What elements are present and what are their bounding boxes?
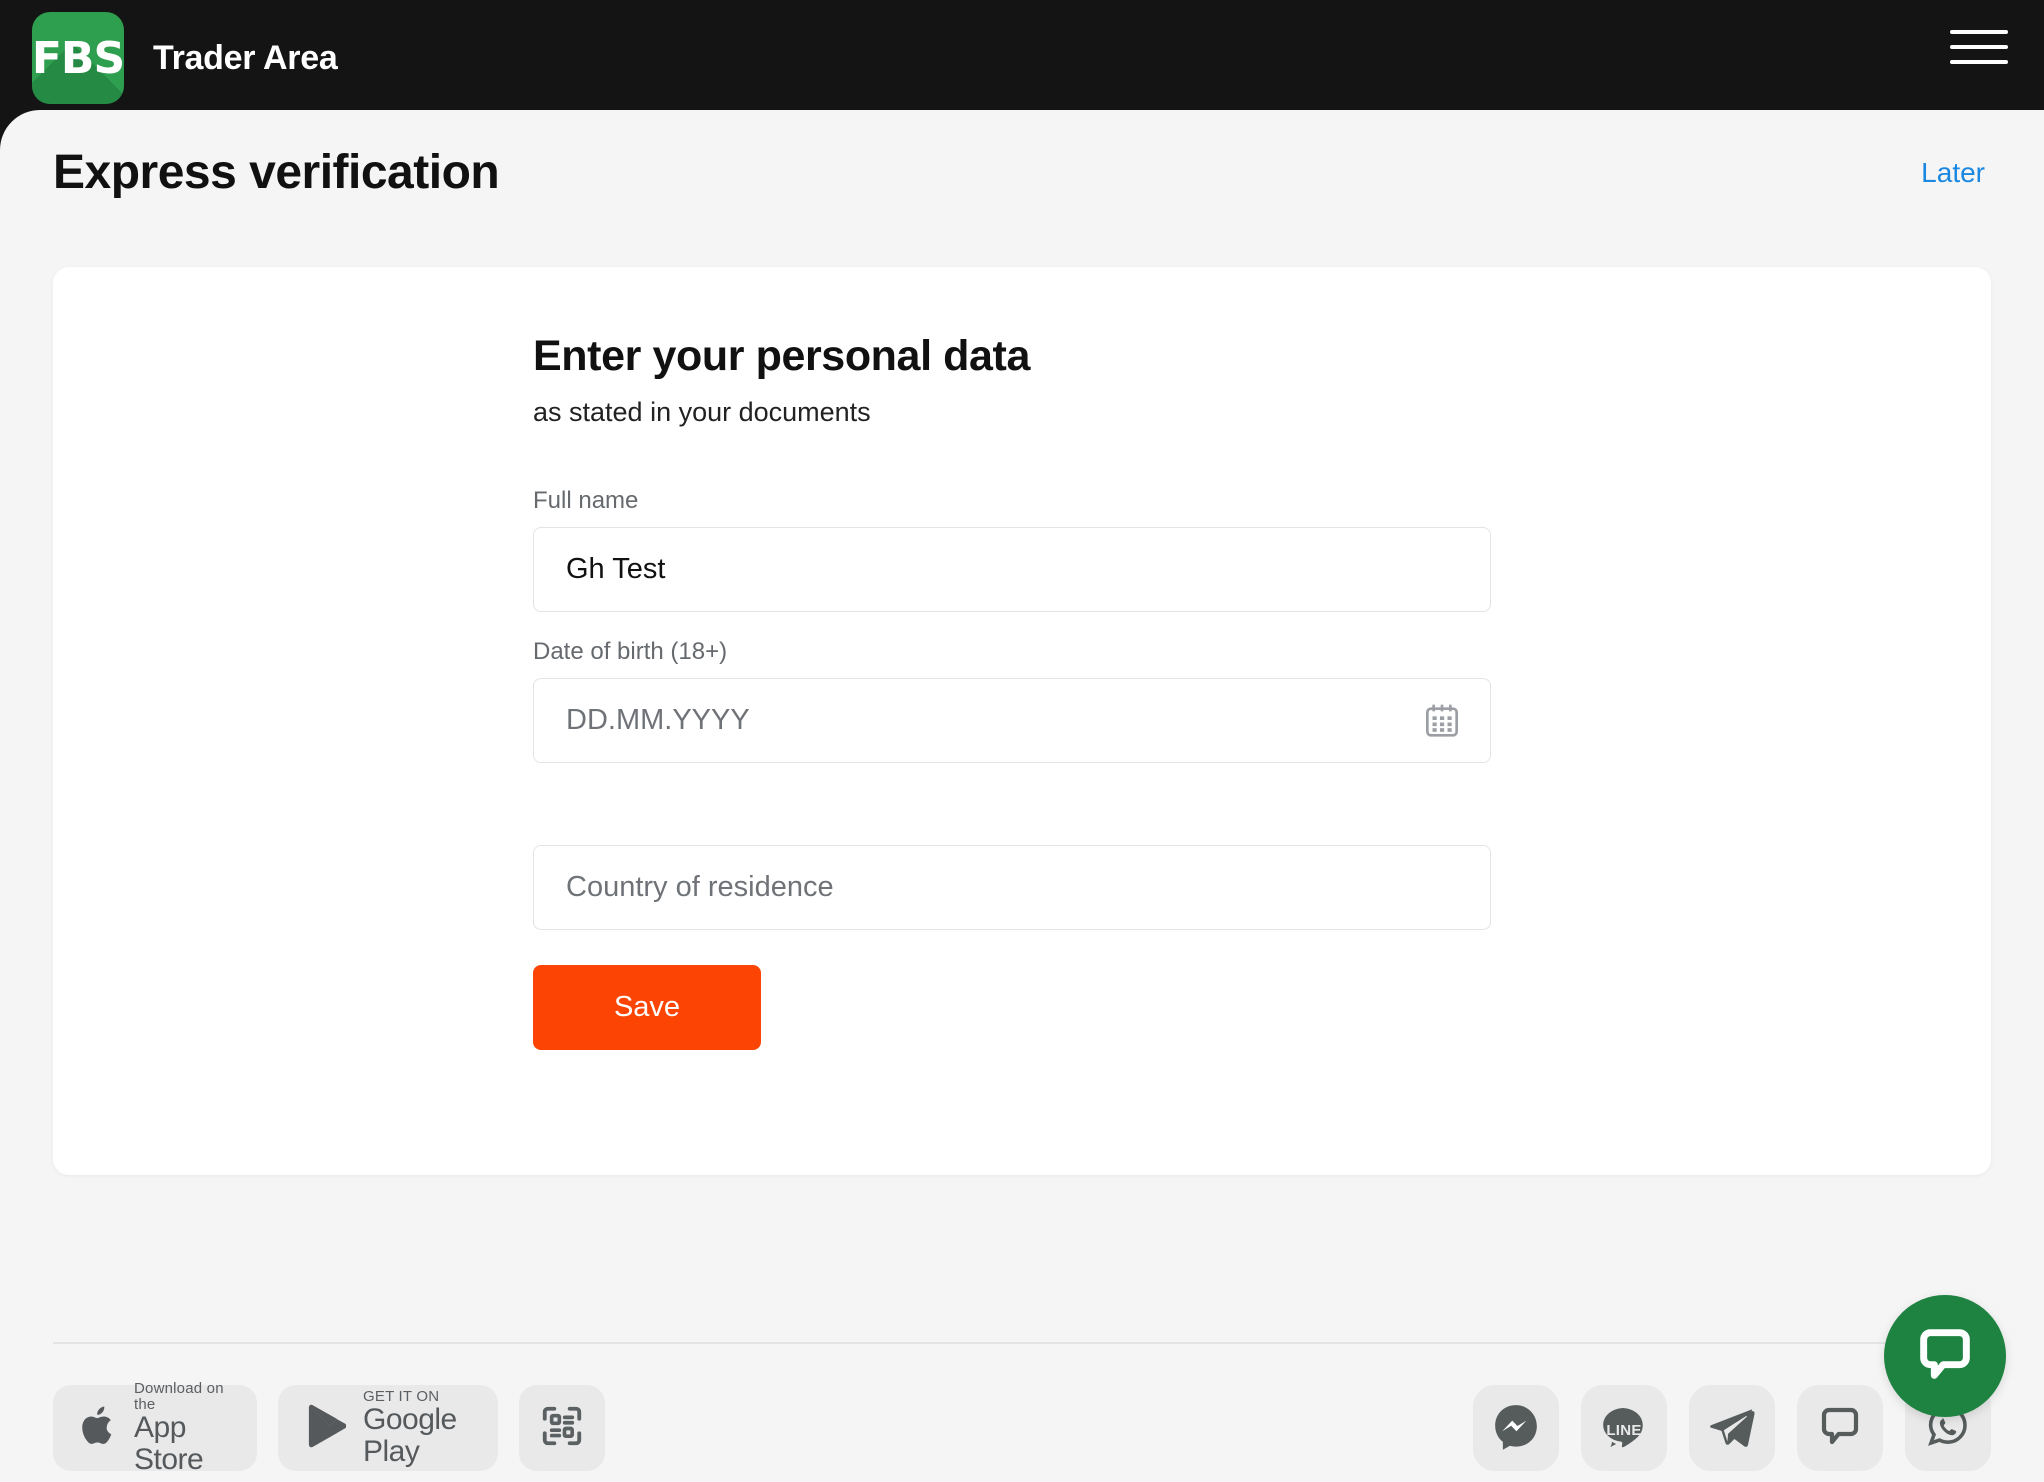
calendar-icon[interactable] (1421, 701, 1463, 741)
chat-bubble-icon (1816, 1402, 1864, 1455)
app-store-text: Download on the App Store (134, 1379, 231, 1476)
messenger-button[interactable] (1473, 1385, 1559, 1471)
hamburger-menu-icon[interactable] (1950, 18, 2008, 76)
hamburger-line (1950, 30, 2008, 34)
footer: Download on the App Store GET IT ON Goog… (53, 1380, 1991, 1475)
personal-data-form: Enter your personal data as stated in yo… (533, 332, 1493, 1050)
form-title: Enter your personal data (533, 332, 1030, 380)
date-of-birth-input-wrap: DD.MM.YYYY (533, 678, 1493, 763)
google-play-icon (304, 1403, 347, 1454)
country-input-wrap: Country of residence (533, 845, 1493, 930)
line-icon: LINE (1599, 1403, 1649, 1453)
line-label: LINE (1606, 1422, 1642, 1439)
top-header-bar: FBS Trader Area (0, 0, 2044, 116)
fbs-logo-text: FBS (32, 32, 124, 84)
messenger-icon (1491, 1401, 1541, 1456)
page-title: Express verification (53, 146, 500, 199)
live-chat-button[interactable] (1884, 1295, 2006, 1417)
google-play-big-label: Google Play (363, 1403, 457, 1468)
telegram-button[interactable] (1689, 1385, 1775, 1471)
app-store-badges: Download on the App Store GET IT ON Goog… (53, 1380, 605, 1475)
brand-logo-group[interactable]: FBS Trader Area (32, 12, 338, 104)
full-name-label: Full name (533, 487, 639, 514)
date-of-birth-input[interactable]: DD.MM.YYYY (533, 678, 1491, 763)
full-name-field-group: Full name Gh Test (533, 487, 1493, 612)
chat-button[interactable] (1797, 1385, 1883, 1471)
brand-title: Trader Area (153, 38, 338, 77)
google-play-button[interactable]: GET IT ON Google Play (278, 1385, 498, 1471)
country-of-residence-input[interactable]: Country of residence (533, 845, 1491, 930)
app-store-button[interactable]: Download on the App Store (53, 1380, 257, 1475)
full-name-input-wrap: Gh Test (533, 527, 1493, 612)
qr-scan-icon (539, 1403, 585, 1454)
footer-divider (53, 1342, 1991, 1344)
app-store-big-label: App Store (134, 1411, 204, 1476)
line-button[interactable]: LINE (1581, 1385, 1667, 1471)
chat-bubble-icon (1913, 1322, 1977, 1391)
hamburger-line (1950, 45, 2008, 49)
fbs-logo-icon: FBS (32, 12, 124, 104)
field-spacer (533, 789, 1493, 845)
google-play-text: GET IT ON Google Play (363, 1387, 472, 1468)
form-subtitle: as stated in your documents (533, 397, 871, 427)
apple-icon (79, 1403, 117, 1454)
hamburger-line (1950, 60, 2008, 64)
google-play-small-label: GET IT ON (363, 1387, 440, 1405)
app-window: FBS Trader Area Express verification Lat… (0, 0, 2044, 1482)
qr-scan-button[interactable] (519, 1385, 605, 1471)
page-header: Express verification Later (53, 145, 1991, 200)
date-of-birth-label: Date of birth (18+) (533, 638, 728, 665)
date-of-birth-field-group: Date of birth (18+) DD.MM.YYYY (533, 638, 1493, 763)
country-field-group: Country of residence (533, 845, 1493, 930)
full-name-input[interactable]: Gh Test (533, 527, 1491, 612)
telegram-icon (1708, 1402, 1756, 1455)
later-link[interactable]: Later (1921, 157, 1991, 189)
app-store-small-label: Download on the (134, 1379, 224, 1413)
save-button[interactable]: Save (533, 965, 761, 1050)
verification-card: Enter your personal data as stated in yo… (53, 267, 1991, 1175)
